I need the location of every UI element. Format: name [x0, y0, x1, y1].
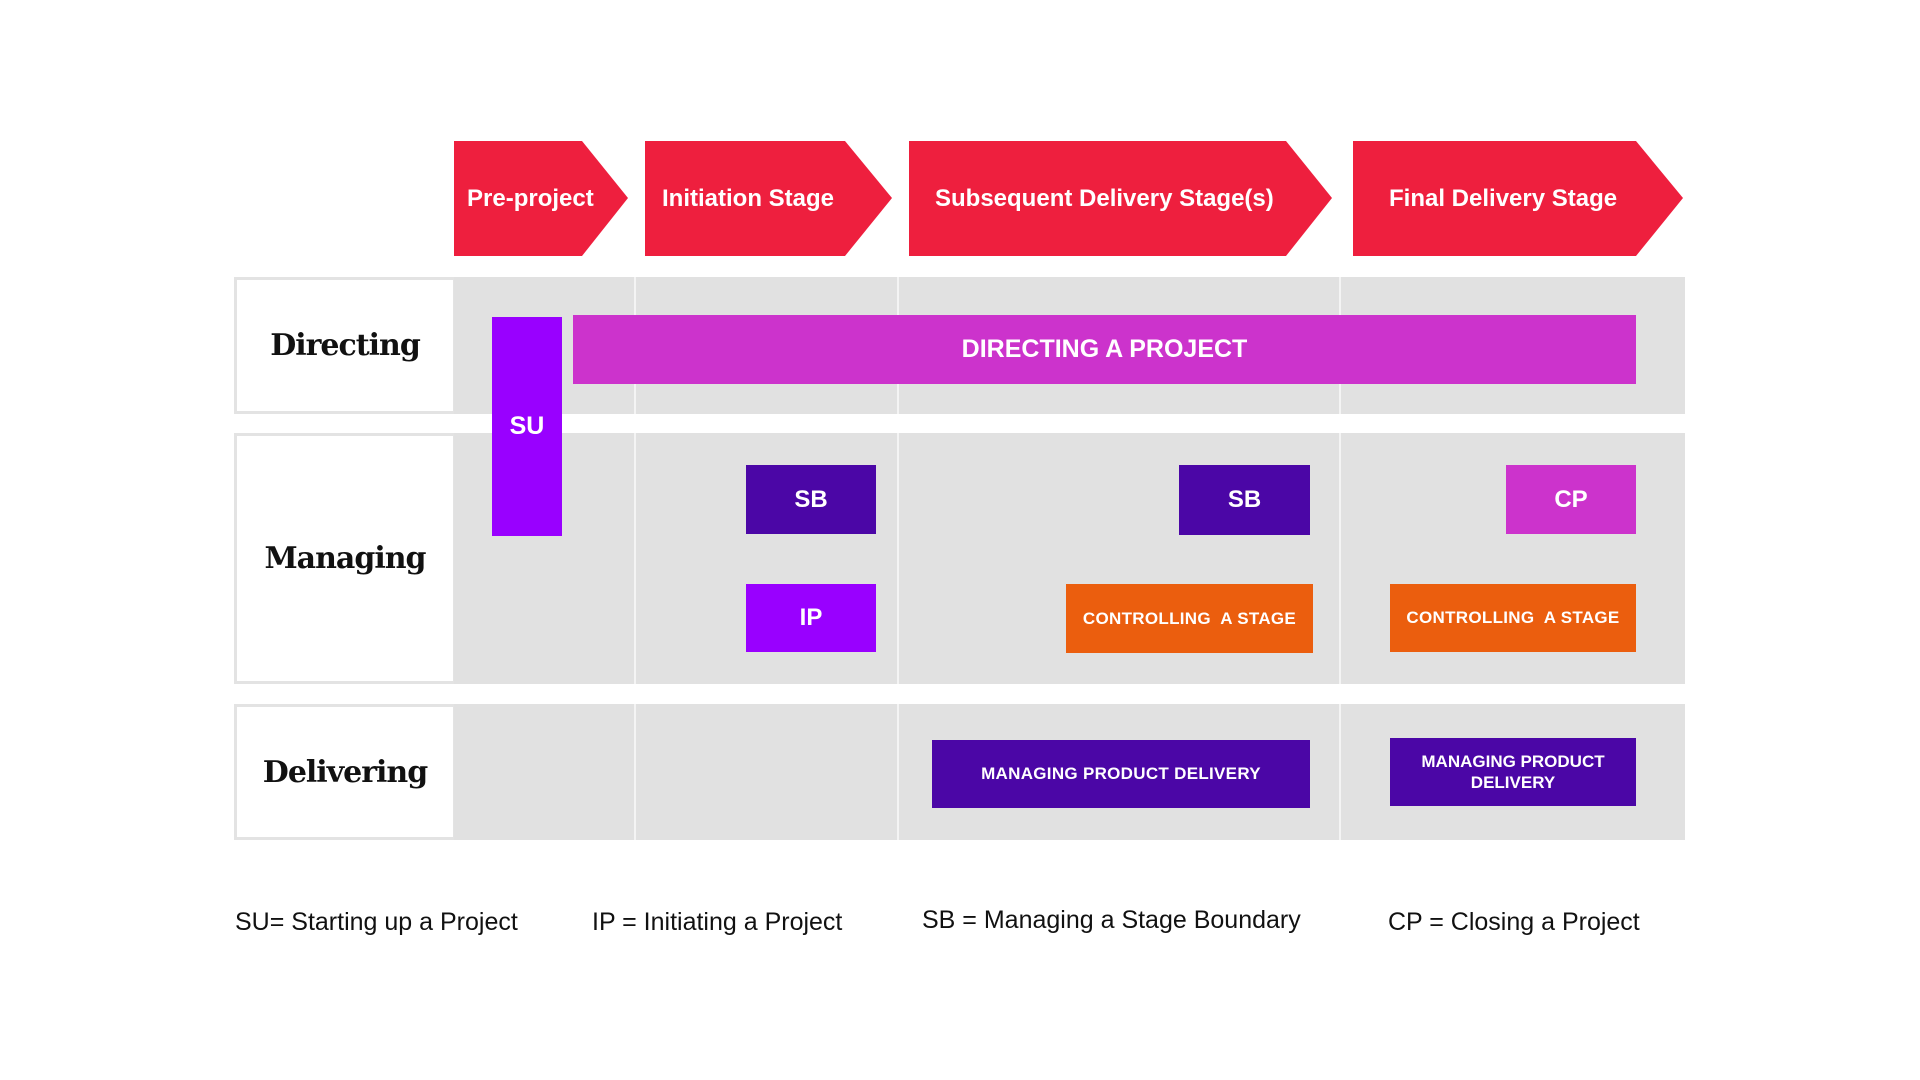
process-label: CONTROLLING A STAGE — [1406, 608, 1620, 627]
row-label-text: Delivering — [262, 754, 428, 790]
stage-initiation: Initiation Stage — [645, 141, 892, 256]
stage-pre-project: Pre-project — [454, 141, 628, 256]
process-label: MANAGING PRODUCT DELIVERY — [1421, 752, 1605, 792]
process-label: SB — [1227, 486, 1262, 513]
stage-label: Final Delivery Stage — [1389, 184, 1618, 212]
row-label-delivering: Delivering — [234, 704, 456, 840]
row-label-text: Managing — [264, 541, 426, 576]
stage-subsequent-delivery: Subsequent Delivery Stage(s) — [909, 141, 1332, 256]
process-closing: CP — [1506, 465, 1636, 534]
process-label: CONTROLLING A STAGE — [1082, 608, 1297, 628]
column-divider — [1339, 704, 1341, 840]
row-label-text: Directing — [270, 328, 421, 363]
legend-cp: CP = Closing a Project — [1388, 908, 1640, 936]
row-label-directing: Directing — [234, 277, 456, 414]
process-initiating: IP — [746, 584, 876, 652]
column-divider — [1339, 433, 1341, 684]
stage-label: Subsequent Delivery Stage(s) — [935, 184, 1274, 212]
process-stage-boundary-initiation: SB — [746, 465, 876, 534]
process-stage-boundary-subsequent: SB — [1179, 465, 1310, 535]
process-directing-a-project: DIRECTING A PROJECT — [573, 315, 1636, 384]
stage-final-delivery: Final Delivery Stage — [1353, 141, 1683, 256]
process-controlling-stage-subsequent: CONTROLLING A STAGE — [1066, 584, 1313, 653]
process-label: SU — [509, 412, 545, 440]
stage-label: Pre-project — [467, 184, 594, 212]
process-label: DIRECTING A PROJECT — [961, 335, 1248, 363]
column-divider — [634, 704, 636, 840]
legend-su: SU= Starting up a Project — [235, 908, 518, 936]
column-divider — [897, 433, 899, 684]
stage-label: Initiation Stage — [662, 184, 835, 212]
column-divider — [634, 433, 636, 684]
column-divider — [897, 704, 899, 840]
process-label: SB — [794, 485, 828, 513]
process-controlling-stage-final: CONTROLLING A STAGE — [1390, 584, 1636, 652]
legend-ip: IP = Initiating a Project — [592, 908, 843, 936]
process-label: CP — [1554, 485, 1588, 513]
process-label: IP — [799, 604, 823, 631]
process-managing-product-delivery-final: MANAGING PRODUCT DELIVERY — [1390, 738, 1636, 806]
process-starting-up: SU — [492, 317, 562, 536]
legend-sb: SB = Managing a Stage Boundary — [922, 906, 1301, 934]
process-managing-product-delivery-subsequent: MANAGING PRODUCT DELIVERY — [932, 740, 1310, 808]
row-label-managing: Managing — [234, 433, 456, 684]
process-label: MANAGING PRODUCT DELIVERY — [981, 764, 1261, 783]
